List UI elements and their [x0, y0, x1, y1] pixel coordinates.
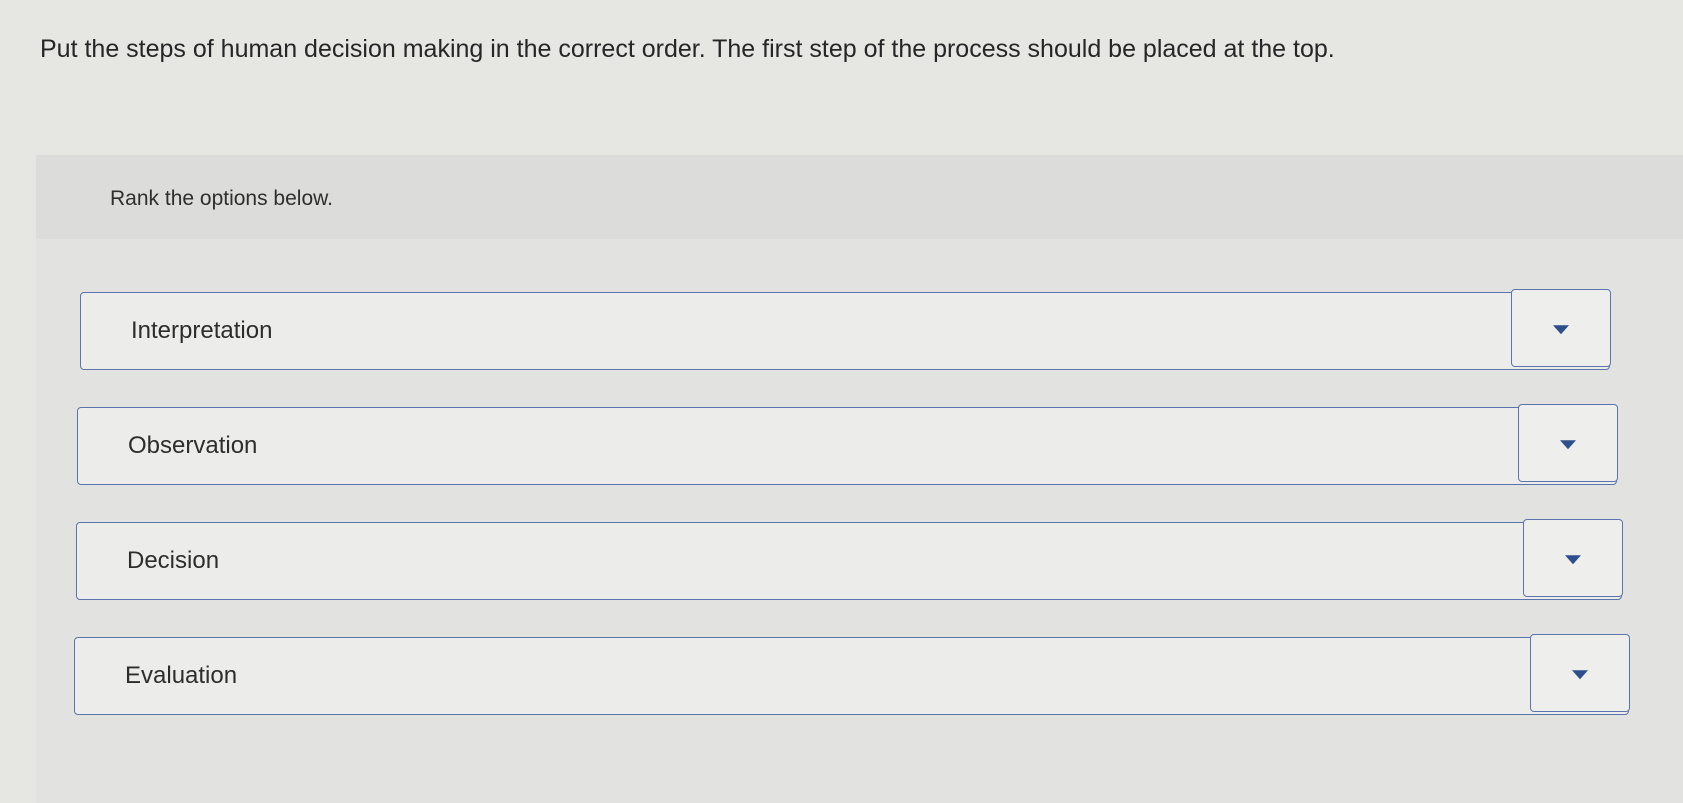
- rank-item-decision[interactable]: Decision: [76, 519, 1623, 600]
- caret-down-icon: [1560, 440, 1576, 450]
- rank-item-label: Interpretation: [131, 317, 273, 344]
- rank-dropdown-button[interactable]: [1511, 289, 1611, 367]
- rank-list: Interpretation Observation Decision Eval…: [36, 155, 1683, 803]
- rank-item-evaluation[interactable]: Evaluation: [74, 634, 1630, 715]
- rank-dropdown-button[interactable]: [1523, 519, 1623, 597]
- question-text: Put the steps of human decision making i…: [40, 35, 1335, 63]
- rank-item-interpretation[interactable]: Interpretation: [80, 289, 1611, 370]
- rank-panel: Rank the options below. Interpretation O…: [36, 155, 1683, 803]
- rank-item-label: Observation: [128, 432, 258, 459]
- rank-item-label: Decision: [127, 547, 220, 574]
- rank-item-observation[interactable]: Observation: [77, 404, 1618, 485]
- caret-down-icon: [1553, 325, 1569, 335]
- caret-down-icon: [1572, 670, 1588, 680]
- rank-dropdown-button[interactable]: [1530, 634, 1630, 712]
- rank-item-label: Evaluation: [125, 662, 238, 689]
- rank-dropdown-button[interactable]: [1518, 404, 1618, 482]
- caret-down-icon: [1565, 555, 1581, 565]
